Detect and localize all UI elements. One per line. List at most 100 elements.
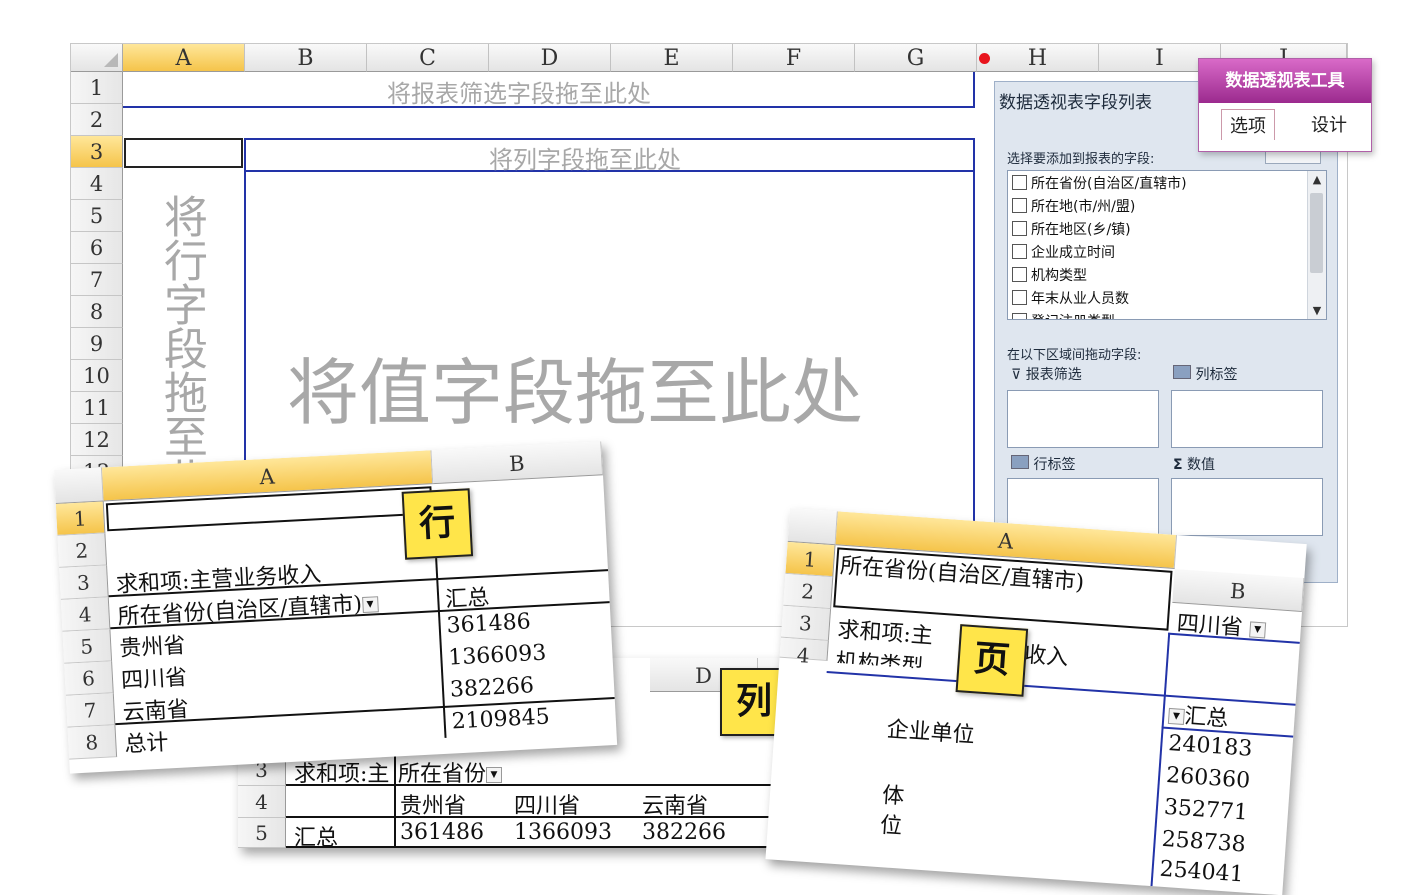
card-corner bbox=[787, 508, 838, 546]
filter-dropdown-icon[interactable]: ▼ bbox=[1249, 621, 1267, 639]
values-drop-zone[interactable] bbox=[1171, 478, 1323, 536]
checkbox[interactable] bbox=[1012, 267, 1027, 282]
row-header-4: 4 bbox=[238, 786, 286, 818]
scroll-down-icon[interactable]: ▼ bbox=[1308, 304, 1326, 317]
field-item[interactable]: 所在省份(自治区/直辖市) bbox=[1008, 171, 1326, 194]
divider bbox=[434, 548, 447, 738]
value-cell: 254041 bbox=[1158, 856, 1245, 888]
field-item[interactable]: 机构类型 bbox=[1008, 263, 1326, 286]
checkbox[interactable] bbox=[1012, 198, 1027, 213]
column-header-c[interactable]: C bbox=[367, 44, 489, 72]
row-header-7[interactable]: 7 bbox=[71, 264, 123, 296]
value-cell: 361486 bbox=[446, 609, 532, 639]
column-header-b[interactable]: B bbox=[245, 44, 367, 72]
report-filter-zone-label: ⊽ 报表筛选 bbox=[1011, 367, 1082, 383]
row-header-5[interactable]: 5 bbox=[71, 200, 123, 232]
row-item-partial: 体 bbox=[881, 783, 905, 810]
dropdown-icon[interactable]: ▼ bbox=[486, 767, 503, 783]
sigma-icon: Σ bbox=[1173, 457, 1183, 473]
checkbox[interactable] bbox=[1012, 290, 1027, 305]
row-header-1[interactable]: 1 bbox=[71, 72, 123, 104]
drag-fields-label: 在以下区域间拖动字段: bbox=[1007, 348, 1142, 363]
column-header-h[interactable]: H bbox=[977, 44, 1099, 72]
report-filter-drop-zone[interactable] bbox=[1007, 390, 1159, 448]
row-header-9[interactable]: 9 bbox=[71, 328, 123, 360]
row-header-10[interactable]: 10 bbox=[71, 360, 123, 392]
field-item[interactable]: 企业成立时间 bbox=[1008, 240, 1326, 263]
sum-label: 求和项:主 bbox=[836, 617, 934, 650]
row-header-8: 8 bbox=[67, 725, 118, 760]
row-header-2[interactable]: 2 bbox=[71, 104, 123, 136]
page-tag-label: 页 bbox=[955, 624, 1029, 697]
field-list-title: 数据透视表字段列表 bbox=[999, 93, 1152, 113]
row-header-5: 5 bbox=[62, 629, 113, 664]
checkbox[interactable] bbox=[1012, 221, 1027, 236]
row-item-partial: 位 bbox=[879, 813, 903, 840]
row-header-6[interactable]: 6 bbox=[71, 232, 123, 264]
value-cell: 2109845 bbox=[451, 704, 551, 735]
row-item: 企业单位 bbox=[885, 717, 976, 749]
value-cell: 352771 bbox=[1163, 794, 1249, 826]
row-total-label: 汇总 bbox=[294, 826, 339, 848]
select-all-corner[interactable] bbox=[71, 44, 123, 72]
row-header-4: 4 bbox=[779, 637, 829, 668]
column-field-drop-hint: 将列字段拖至此处 bbox=[489, 146, 681, 174]
sum-label-tail: 收入 bbox=[1023, 642, 1070, 671]
column-header-a[interactable]: A bbox=[123, 44, 245, 72]
row-header-11[interactable]: 11 bbox=[71, 392, 123, 424]
dropdown-icon[interactable]: ▼ bbox=[361, 596, 379, 614]
filter-icon: ⊽ bbox=[1011, 367, 1022, 383]
active-cell-a3[interactable] bbox=[124, 138, 243, 168]
row-header-3: 3 bbox=[59, 565, 109, 600]
tab-options[interactable]: 选项 bbox=[1221, 109, 1275, 140]
field-item[interactable]: 年末从业人员数 bbox=[1008, 286, 1326, 309]
column-labels-drop-zone[interactable] bbox=[1171, 390, 1323, 448]
row-header-4: 4 bbox=[60, 597, 111, 632]
value-cell: 382266 bbox=[642, 820, 726, 845]
tools-title: 数据透视表工具 bbox=[1199, 59, 1371, 103]
field-item[interactable]: 所在地(市/州/盟) bbox=[1008, 194, 1326, 217]
value-cell: 382266 bbox=[449, 673, 535, 703]
divider bbox=[826, 670, 1296, 706]
value-field-drop-hint: 将值字段拖至此处 bbox=[287, 351, 864, 435]
value-cell: 258738 bbox=[1160, 826, 1247, 858]
row-field-drop-hint: 将行字段拖至此 bbox=[156, 194, 207, 502]
dropdown-icon[interactable]: ▼ bbox=[1167, 707, 1185, 726]
column-header-d[interactable]: D bbox=[489, 44, 611, 72]
column-header-e[interactable]: E bbox=[611, 44, 733, 72]
row-labels-icon bbox=[1011, 455, 1029, 469]
choose-fields-label: 选择要添加到报表的字段: bbox=[1007, 152, 1155, 167]
values-zone-label: Σ 数值 bbox=[1173, 457, 1216, 473]
checkbox[interactable] bbox=[1012, 244, 1027, 259]
row-labels-zone-label: 行标签 bbox=[1011, 454, 1075, 474]
row-header-12[interactable]: 12 bbox=[71, 424, 123, 456]
value-cell: 1366093 bbox=[447, 640, 547, 671]
row-header-3[interactable]: 3 bbox=[71, 136, 123, 168]
column-header-g[interactable]: G bbox=[855, 44, 977, 72]
row-item: 四川省 bbox=[120, 665, 188, 694]
row-tag-label: 行 bbox=[401, 488, 474, 560]
row-header-1: 1 bbox=[55, 501, 106, 536]
field-list-scrollbar[interactable]: ▲ ▼ bbox=[1307, 171, 1326, 319]
scroll-thumb[interactable] bbox=[1310, 193, 1323, 273]
row-header-2: 2 bbox=[57, 533, 108, 568]
value-cell: 1366093 bbox=[514, 820, 612, 845]
value-cell: 361486 bbox=[400, 820, 484, 845]
row-header-7: 7 bbox=[65, 693, 116, 728]
scroll-up-icon[interactable]: ▲ bbox=[1308, 173, 1326, 186]
row-header-8[interactable]: 8 bbox=[71, 296, 123, 328]
checkbox[interactable] bbox=[1012, 175, 1027, 190]
tab-design[interactable]: 设计 bbox=[1311, 111, 1347, 137]
divider bbox=[394, 754, 396, 848]
column-labels-icon bbox=[1173, 365, 1191, 379]
row-header-4[interactable]: 4 bbox=[71, 168, 123, 200]
row-layout-example-card: A B 1 2 3 4 5 6 7 8 求和项:主营业务收入 所在省份(自治区/… bbox=[54, 441, 618, 774]
field-checkbox-list: 所在省份(自治区/直辖市) 所在地(市/州/盟) 所在地区(乡/镇) 企业成立时… bbox=[1007, 170, 1327, 320]
value-cell: 240183 bbox=[1167, 731, 1254, 762]
column-header-f[interactable]: F bbox=[733, 44, 855, 72]
field-item[interactable]: 所在地区(乡/镇) bbox=[1008, 217, 1326, 240]
row-header-1: 1 bbox=[785, 541, 836, 578]
field-item[interactable]: 登记注册类型 bbox=[1008, 309, 1326, 319]
checkbox[interactable] bbox=[1012, 313, 1027, 319]
row-header-2: 2 bbox=[783, 573, 834, 610]
